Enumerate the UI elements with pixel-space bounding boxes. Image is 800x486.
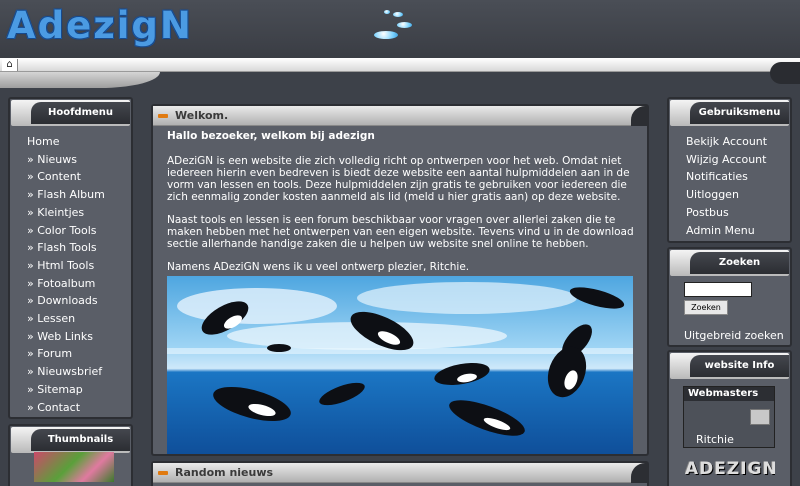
menu-item-home[interactable]: Home <box>10 133 131 151</box>
menu-item-admin-menu[interactable]: Admin Menu <box>669 222 790 240</box>
menu-item-nieuwsbrief[interactable]: » Nieuwsbrief <box>10 363 131 381</box>
menu-item-forum[interactable]: » Forum <box>10 345 131 363</box>
bubble-decoration <box>397 22 412 28</box>
search-button[interactable]: Zoeken <box>684 300 728 315</box>
webmaster-name[interactable]: Ritchie <box>696 433 734 446</box>
menu-item-downloads[interactable]: » Downloads <box>10 292 131 310</box>
welcome-paragraph: Naast tools en lessen is een forum besch… <box>167 214 634 250</box>
random-news-panel: Random nieuws <box>151 461 649 486</box>
home-icon[interactable]: ⌂ <box>2 59 18 71</box>
main-menu-header: Hoofdmenu <box>11 100 130 126</box>
main-menu-list: Home » Nieuws » Content » Flash Album » … <box>10 127 131 416</box>
main-menu-title: Hoofdmenu <box>31 102 130 124</box>
welcome-greeting: Hallo bezoeker, welkom bij adezign <box>167 130 375 142</box>
menu-item-lessen[interactable]: » Lessen <box>10 310 131 328</box>
bubble-decoration <box>384 10 390 14</box>
website-info-header: website Info <box>670 353 789 379</box>
webmasters-title: Webmasters <box>684 387 774 401</box>
menu-item-color-tools[interactable]: » Color Tools <box>10 222 131 240</box>
menu-item-kleintjes[interactable]: » Kleintjes <box>10 204 131 222</box>
user-menu-title: Gebruiksmenu <box>690 102 789 124</box>
welcome-panel: Welkom. Hallo bezoeker, welkom bij adezi… <box>151 104 649 456</box>
bullet-icon <box>158 114 168 118</box>
random-news-title: Random nieuws <box>175 466 274 479</box>
promo-logo[interactable]: ADEZIGN <box>685 459 775 486</box>
user-menu-panel: Gebruiksmenu Bekijk Account Wijzig Accou… <box>667 97 792 243</box>
search-input[interactable] <box>684 282 752 297</box>
menu-item-wijzig-account[interactable]: Wijzig Account <box>669 151 790 169</box>
tool-icon[interactable] <box>750 409 770 425</box>
thumbnails-header: Thumbnails <box>11 427 130 453</box>
nav-curve-right <box>770 62 800 84</box>
menu-item-postbus[interactable]: Postbus <box>669 204 790 222</box>
header-corner <box>631 463 647 483</box>
thumbnails-panel: Thumbnails <box>8 424 133 486</box>
site-logo[interactable]: AdezigN <box>7 4 193 47</box>
search-header: Zoeken <box>670 250 789 276</box>
search-title: Zoeken <box>690 252 789 274</box>
welcome-header: Welkom. <box>153 106 647 126</box>
bubble-decoration <box>374 31 398 39</box>
menu-item-sitemap[interactable]: » Sitemap <box>10 381 131 399</box>
search-panel: Zoeken Zoeken Uitgebreid zoeken <box>667 247 792 347</box>
webmasters-panel: Webmasters Ritchie <box>683 386 775 448</box>
header-corner <box>631 106 647 126</box>
nav-curve <box>0 72 160 88</box>
nav-strip: ⌂ <box>0 58 800 72</box>
orca-artwork <box>167 282 633 436</box>
menu-item-content[interactable]: » Content <box>10 168 131 186</box>
menu-item-flash-tools[interactable]: » Flash Tools <box>10 239 131 257</box>
welcome-title: Welkom. <box>175 109 229 122</box>
main-menu-panel: Hoofdmenu Home » Nieuws » Content » Flas… <box>8 97 133 419</box>
menu-item-web-links[interactable]: » Web Links <box>10 328 131 346</box>
bullet-icon <box>158 471 168 475</box>
random-news-header: Random nieuws <box>153 463 647 483</box>
nav-bar: ⌂ <box>0 58 800 88</box>
user-menu-list: Bekijk Account Wijzig Account Notificati… <box>669 127 790 239</box>
advanced-search-link[interactable]: Uitgebreid zoeken <box>684 329 784 342</box>
thumbnails-title: Thumbnails <box>31 429 130 451</box>
bubble-decoration <box>393 12 403 17</box>
website-info-title: website Info <box>690 355 789 377</box>
site-header: AdezigN <box>0 0 800 58</box>
menu-item-nieuws[interactable]: » Nieuws <box>10 151 131 169</box>
website-info-panel: website Info Webmasters Ritchie ADEZIGN <box>667 350 792 486</box>
user-menu-header: Gebruiksmenu <box>670 100 789 126</box>
menu-item-contact[interactable]: » Contact <box>10 399 131 417</box>
menu-item-bekijk-account[interactable]: Bekijk Account <box>669 133 790 151</box>
menu-item-html-tools[interactable]: » Html Tools <box>10 257 131 275</box>
welcome-paragraph: ADeziGN is een website die zich volledig… <box>167 155 630 203</box>
menu-item-notificaties[interactable]: Notificaties <box>669 168 790 186</box>
menu-item-fotoalbum[interactable]: » Fotoalbum <box>10 275 131 293</box>
thumbnail-image[interactable] <box>34 452 114 482</box>
menu-item-flash-album[interactable]: » Flash Album <box>10 186 131 204</box>
welcome-paragraph: Namens ADeziGN wens ik u veel ontwerp pl… <box>167 261 470 273</box>
orca-illustration <box>167 276 633 454</box>
welcome-body: Hallo bezoeker, welkom bij adezign ADezi… <box>153 126 647 273</box>
menu-item-uitloggen[interactable]: Uitloggen <box>669 186 790 204</box>
